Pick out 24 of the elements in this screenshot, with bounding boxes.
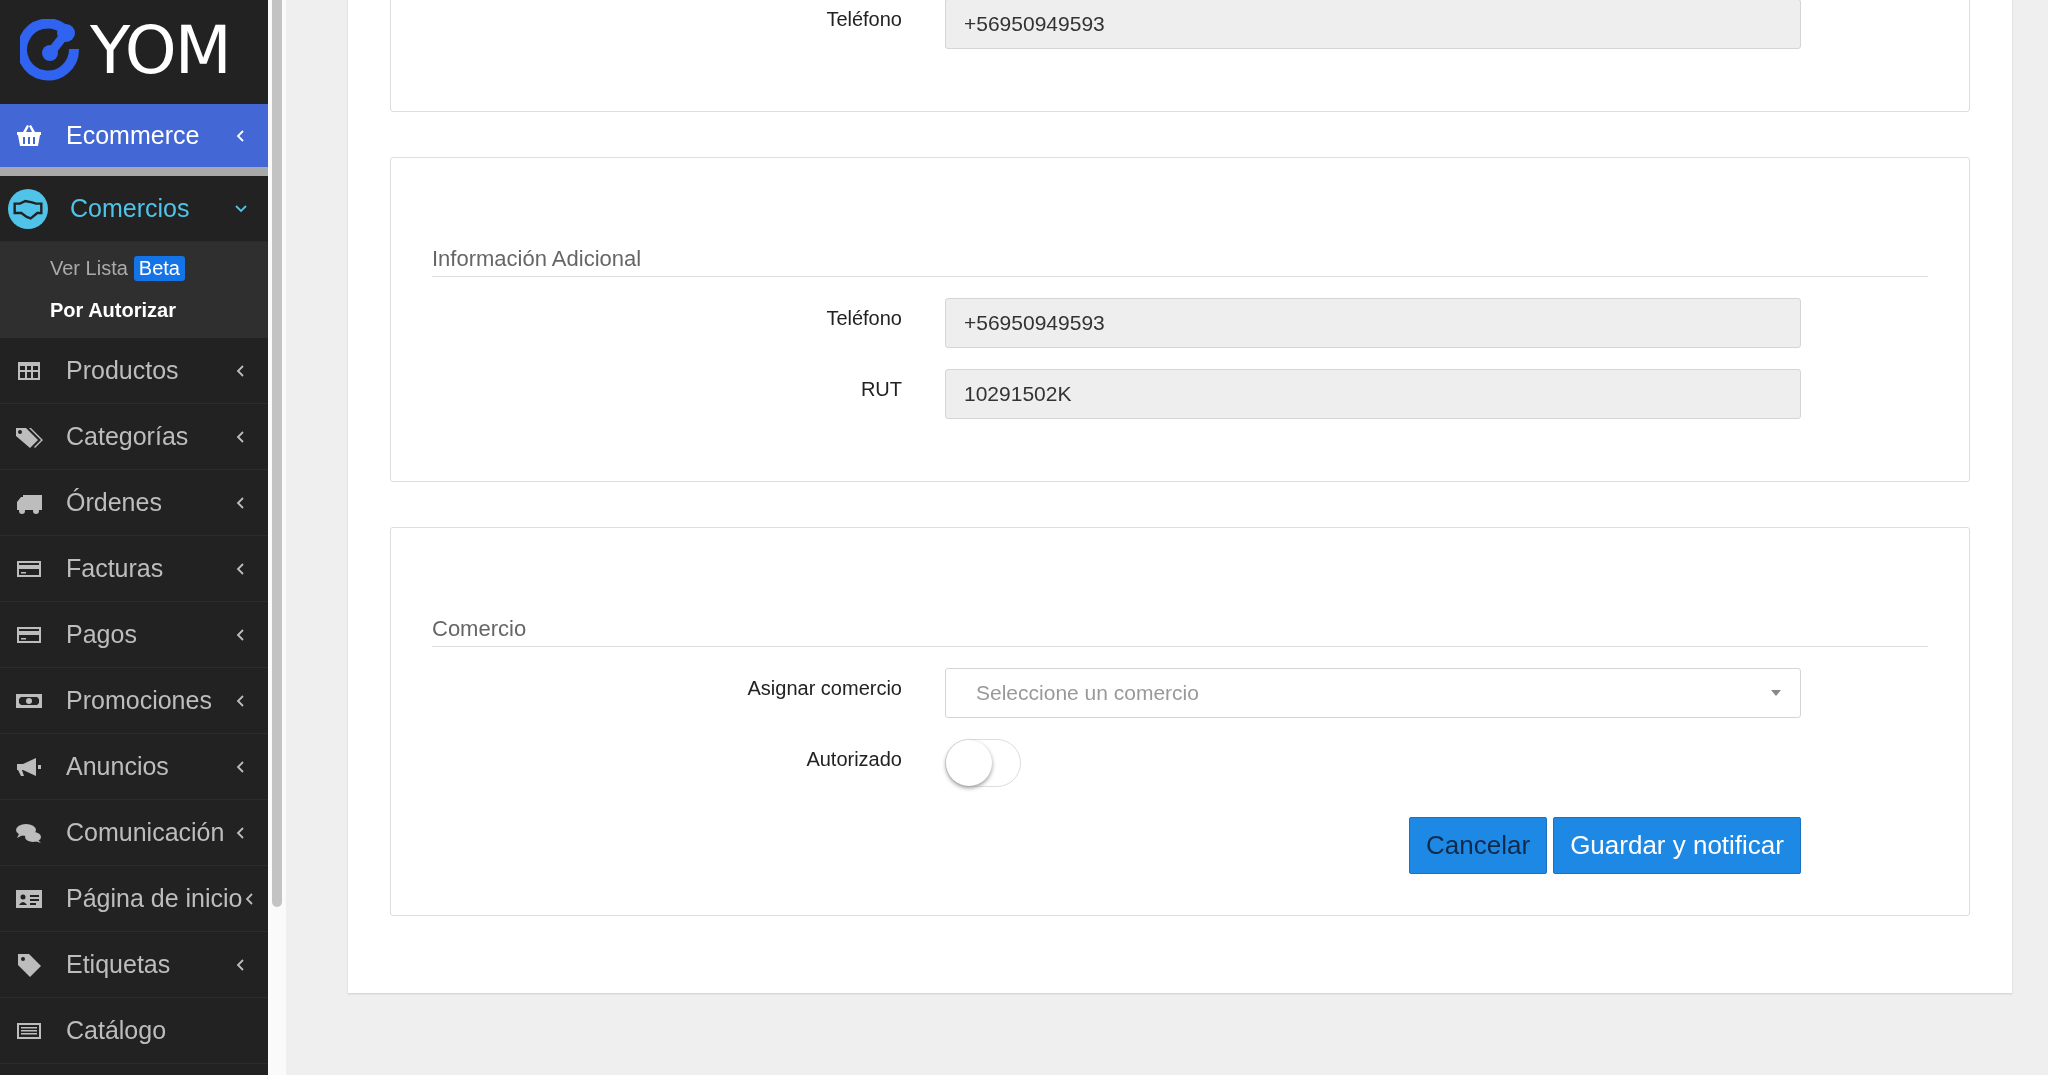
toggle-switch[interactable] [945, 739, 1021, 787]
field-label: Teléfono [825, 7, 902, 31]
field-label: RUT [859, 377, 902, 401]
handshake-icon [8, 188, 48, 229]
submenu-item[interactable]: Por Autorizar [50, 299, 268, 322]
dropdown-arrow-icon [1770, 689, 1782, 697]
sidebar-item[interactable]: Órdenes [0, 470, 268, 536]
sidebar-item[interactable]: Ecommerce [0, 104, 268, 176]
beta-badge: Beta [133, 256, 185, 281]
section-title: Comercio [432, 616, 1928, 647]
save-button[interactable]: Guardar y notificar [1553, 817, 1801, 874]
field-label: Teléfono [825, 306, 902, 330]
sidebar-item[interactable]: Comunicación [0, 800, 268, 866]
sidebar-item[interactable]: Página de inicio [0, 866, 268, 932]
logo-text: YOM [90, 11, 230, 89]
scrollbar-thumb[interactable] [272, 0, 282, 907]
sidebar-item[interactable]: Etiquetas [0, 932, 268, 998]
field-label: Autorizado [805, 747, 902, 771]
submenu-item[interactable]: Ver Lista Beta [50, 256, 268, 281]
sidebar-item[interactable]: Categorías [0, 404, 268, 470]
logo-icon [20, 19, 82, 81]
field-label: Asignar comercio [746, 676, 902, 700]
section-title: Información Adicional [432, 246, 1928, 277]
cancel-button[interactable]: Cancelar [1409, 817, 1548, 874]
